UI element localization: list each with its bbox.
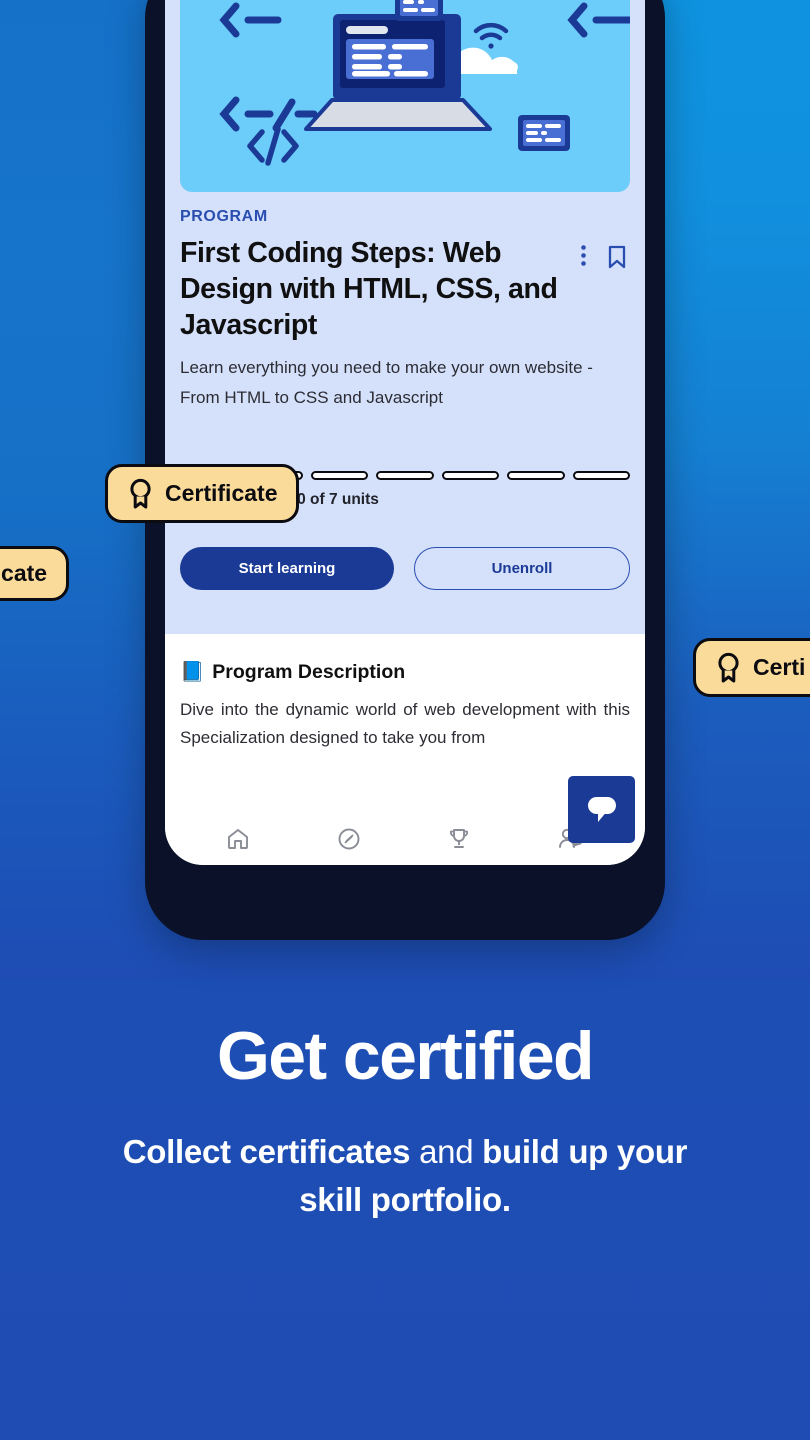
- compass-icon[interactable]: [336, 826, 362, 852]
- certificate-badge-left-label: rtificate: [0, 560, 48, 586]
- award-medal-icon: [130, 478, 151, 509]
- unenroll-button[interactable]: Unenroll: [414, 547, 630, 591]
- start-learning-button[interactable]: Start learning: [180, 547, 394, 591]
- progress-segment: [572, 471, 630, 481]
- progress-segment: [441, 471, 500, 481]
- certificate-badge-right: Certi: [693, 638, 810, 697]
- progress-segment: [507, 471, 565, 481]
- page-title: First Coding Steps: Web Design with HTML…: [180, 237, 558, 342]
- program-description-heading: 📘 Program Description: [180, 660, 630, 684]
- footer-subheadline: Collect certificates and build up your s…: [0, 1128, 810, 1224]
- program-subtitle: Learn everything you need to make your o…: [180, 357, 593, 407]
- progress-segment: [310, 471, 369, 481]
- three-dot-menu-icon[interactable]: [581, 245, 586, 266]
- program-eyebrow-label: PROGRAM: [180, 208, 268, 225]
- footer-headline: Get certified: [217, 1018, 595, 1094]
- phone-screen: PROGRAM First Coding Steps: Web Design w…: [165, 0, 645, 865]
- footer-copy: Get certified Collect certificates and b…: [0, 1020, 810, 1224]
- certificate-badge-right-label: Certi: [753, 654, 806, 680]
- title-actions: [581, 235, 630, 269]
- certificate-badge-main-label: Certificate: [165, 480, 278, 506]
- title-row: First Coding Steps: Web Design with HTML…: [180, 235, 630, 344]
- chat-bubble-icon: [587, 796, 616, 822]
- award-medal-icon: [718, 652, 739, 683]
- progress-segment: [376, 471, 434, 481]
- certificate-badge-main: Certificate: [105, 464, 300, 523]
- footer-subhead-connector: and: [410, 1133, 483, 1171]
- footer-subhead-period: .: [501, 1180, 511, 1218]
- bookmark-icon[interactable]: [608, 245, 626, 269]
- closed-book-emoji: 📘: [180, 661, 205, 684]
- coding-laptop-illustration: [219, 0, 630, 166]
- program-description-section: 📘 Program Description Dive into the dyna…: [165, 634, 645, 752]
- program-description-body: Dive into the dynamic world of web devel…: [180, 700, 630, 747]
- action-button-row: Start learning Unenroll: [180, 547, 630, 634]
- chat-widget-button[interactable]: [568, 776, 635, 843]
- hero-illustration: [180, 0, 630, 192]
- program-card: PROGRAM First Coding Steps: Web Design w…: [165, 0, 645, 635]
- home-icon[interactable]: [225, 826, 251, 852]
- certificate-badge-left: rtificate: [0, 546, 70, 601]
- trophy-icon[interactable]: [446, 826, 472, 852]
- footer-subhead-part1: Collect certificates: [122, 1133, 411, 1171]
- program-description-title: Program Description: [212, 660, 406, 683]
